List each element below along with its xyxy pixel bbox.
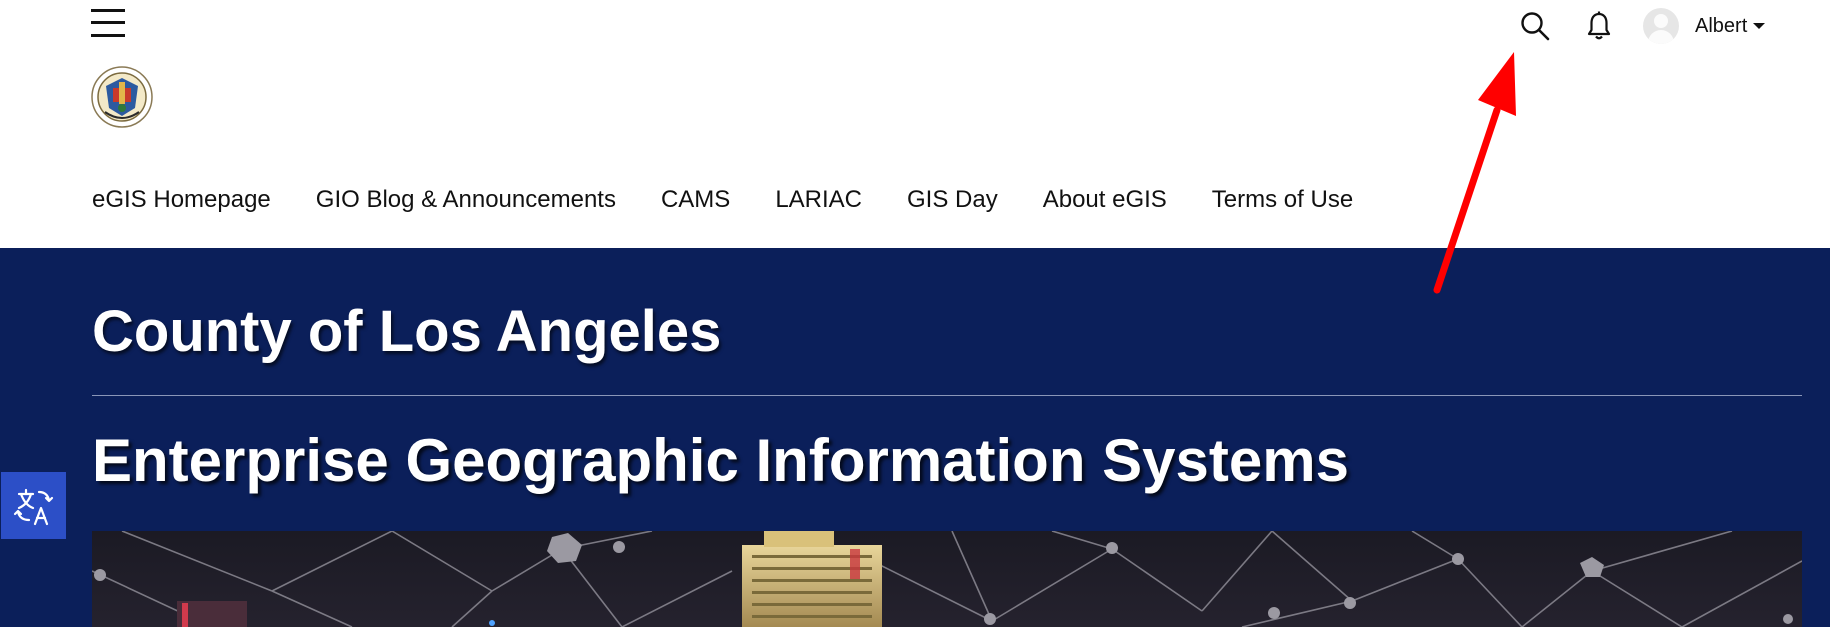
page-subtitle: Enterprise Geographic Information System… [92,427,1349,494]
search-icon[interactable] [1519,10,1551,42]
main-navigation: eGIS Homepage GIO Blog & Announcements C… [92,186,1398,214]
user-name: Albert [1695,14,1748,37]
top-bar: Albert [0,0,1830,52]
bell-icon[interactable] [1583,10,1615,42]
user-menu[interactable]: Albert [1643,7,1766,45]
nav-gio-blog[interactable]: GIO Blog & Announcements [316,186,616,214]
translate-icon[interactable] [1,472,66,539]
nav-egis-homepage[interactable]: eGIS Homepage [92,186,271,214]
hero-banner: County of Los Angeles Enterprise Geograp… [0,248,1830,627]
nav-lariac[interactable]: LARIAC [775,186,862,214]
county-seal-logo[interactable] [91,66,153,128]
nav-terms-of-use[interactable]: Terms of Use [1212,186,1353,214]
page-title: County of Los Angeles [92,299,722,364]
hero-divider [92,395,1802,396]
night-city-network-image [92,531,1802,627]
nav-gis-day[interactable]: GIS Day [907,186,998,214]
nav-about-egis[interactable]: About eGIS [1043,186,1167,214]
hamburger-menu-icon[interactable] [91,7,125,39]
user-avatar-icon [1643,8,1679,44]
nav-cams[interactable]: CAMS [661,186,730,214]
caret-down-icon [1753,23,1766,29]
